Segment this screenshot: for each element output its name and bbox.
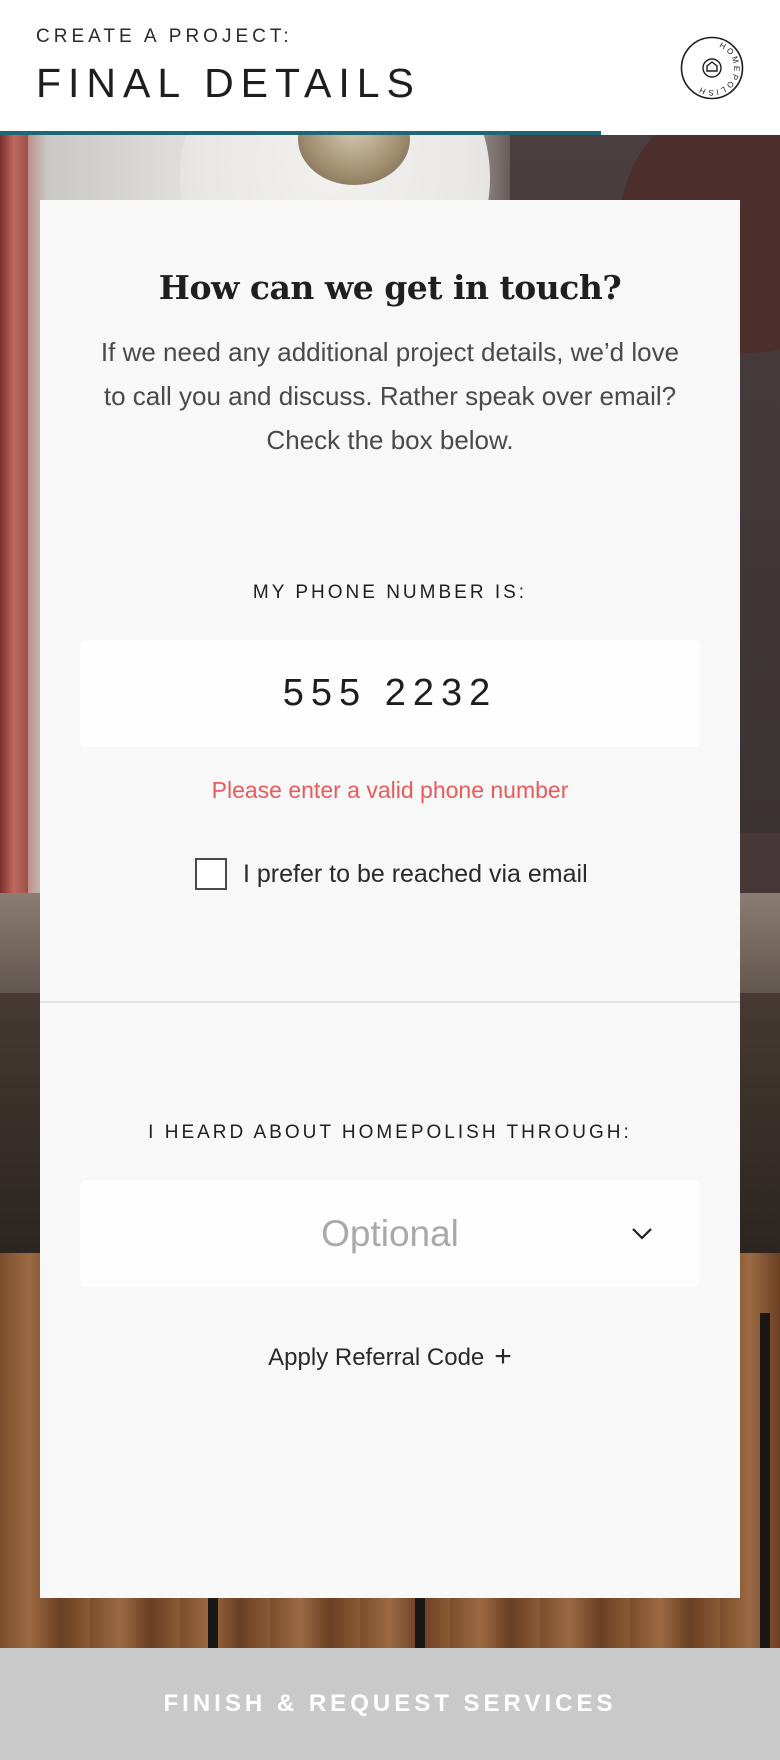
section-divider (40, 1001, 740, 1003)
email-preference-checkbox[interactable] (195, 858, 227, 890)
progress-bar-fill (0, 131, 601, 135)
background-table-leg (760, 1313, 770, 1648)
plus-icon: + (494, 1340, 512, 1373)
source-select-placeholder: Optional (321, 1213, 459, 1254)
card-description: If we need any additional project detail… (100, 337, 680, 455)
header-eyebrow: CREATE A PROJECT: (36, 26, 293, 47)
homepolish-logo[interactable]: HOMEPOLISH (680, 36, 744, 100)
email-preference-label: I prefer to be reached via email (243, 859, 588, 888)
apply-referral-code-link[interactable]: Apply Referral Code + (40, 1340, 740, 1374)
email-preference-row[interactable]: I prefer to be reached via email (195, 858, 588, 890)
source-label: I HEARD ABOUT HOMEPOLISH THROUGH: (148, 1122, 632, 1143)
source-select[interactable]: Optional (80, 1180, 700, 1287)
chevron-down-icon (632, 1228, 652, 1240)
house-icon (706, 61, 718, 72)
contact-card: How can we get in touch? If we need any … (40, 200, 740, 1598)
phone-error-message: Please enter a valid phone number (211, 777, 569, 803)
finish-button-label: FINISH & REQUEST SERVICES (163, 1690, 617, 1717)
phone-input[interactable] (80, 640, 700, 747)
page-header: CREATE A PROJECT: FINAL DETAILS HOMEPOLI… (0, 0, 780, 135)
phone-field[interactable] (80, 640, 700, 747)
page-title: FINAL DETAILS (36, 60, 421, 106)
progress-bar (0, 131, 780, 135)
referral-label: Apply Referral Code (268, 1344, 485, 1371)
card-heading: How can we get in touch? (158, 268, 622, 307)
finish-request-services-button[interactable]: FINISH & REQUEST SERVICES (0, 1648, 780, 1760)
phone-label: MY PHONE NUMBER IS: (252, 582, 528, 603)
